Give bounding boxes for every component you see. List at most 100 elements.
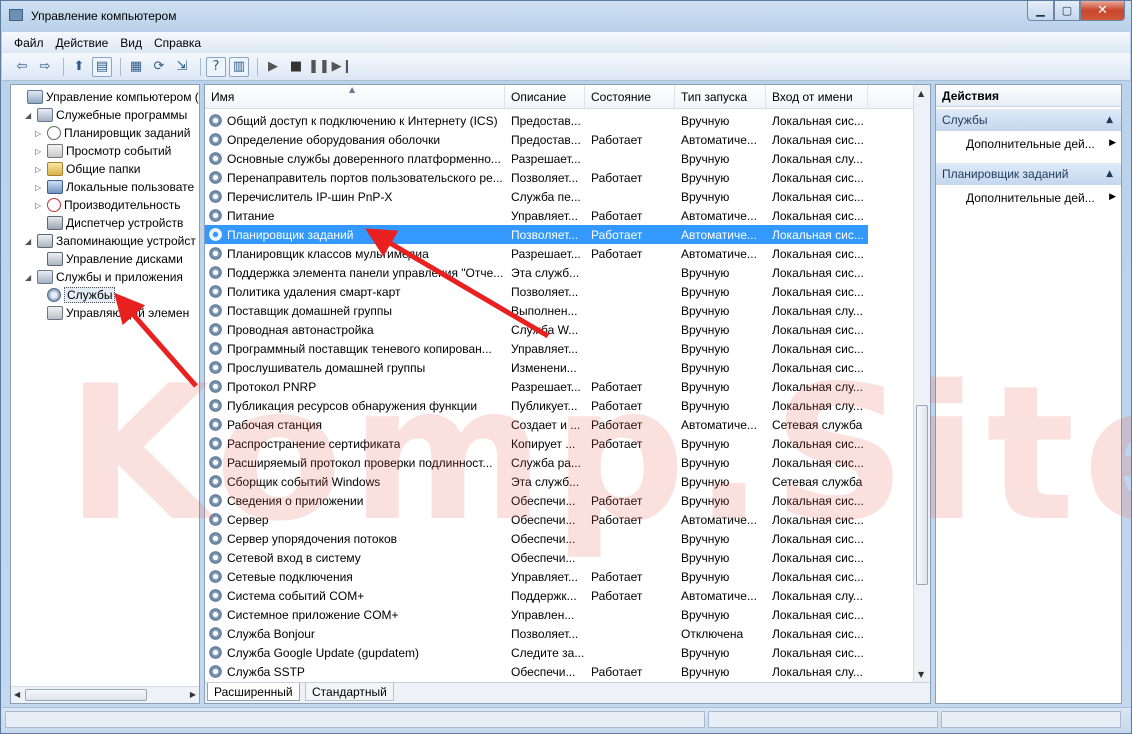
close-button[interactable]: ✕	[1080, 1, 1125, 21]
service-startup-type: Автоматиче...	[681, 417, 757, 432]
table-row[interactable]: Программный поставщик теневого копирован…	[205, 339, 868, 358]
back-icon[interactable]: ⇦	[12, 57, 32, 77]
minimize-button[interactable]: ▁	[1027, 1, 1054, 21]
table-row[interactable]: Расширяемый протокол проверки подлинност…	[205, 453, 868, 472]
actions-section-task-scheduler[interactable]: Планировщик заданий ▲	[936, 163, 1121, 185]
tree-item[interactable]: ▷ Локальные пользовате	[35, 178, 194, 196]
tab-standard[interactable]: Стандартный	[305, 683, 394, 701]
pause-service-icon[interactable]: ❚❚	[308, 57, 330, 77]
tab-extended[interactable]: Расширенный	[207, 683, 300, 701]
service-name: Сетевой вход в систему	[205, 551, 505, 565]
tree-item[interactable]: ◢ Службы и приложения	[25, 268, 183, 286]
expand-toggle-icon[interactable]: ▷	[35, 183, 45, 192]
expand-toggle-icon[interactable]: ▷	[35, 165, 45, 174]
tree-item[interactable]: ◢ Служебные программы	[25, 106, 187, 124]
expand-toggle-icon[interactable]: ▷	[35, 201, 45, 210]
table-row[interactable]: Перечислитель IP-шин PnP-X Служба пе... Вр…	[205, 187, 868, 206]
more-actions-task-scheduler[interactable]: Дополнительные дей... ▶	[966, 188, 1116, 208]
service-name: Расширяемый протокол проверки подлинност…	[205, 456, 505, 470]
table-row[interactable]: Планировщик классов мультимедиа Разрешает…	[205, 244, 868, 263]
table-row[interactable]: Сведения о приложении Обеспечи... Работает…	[205, 491, 868, 510]
tree-item[interactable]: Управляющий элемен	[35, 304, 189, 322]
table-row[interactable]: Сервер Обеспечи... Работает Автоматиче... Ло…	[205, 510, 868, 529]
scroll-right-icon[interactable]: ▶	[190, 690, 196, 699]
table-row[interactable]: Служба Bonjour Позволяет... Отключена Локал…	[205, 624, 868, 643]
maximize-button[interactable]: ▢	[1054, 1, 1080, 21]
collapse-up-icon[interactable]: ▲	[1106, 115, 1113, 125]
tree-item[interactable]: ▷ Просмотр событий	[35, 142, 171, 160]
expand-toggle-icon[interactable]: ▷	[35, 147, 45, 156]
scroll-thumb[interactable]	[916, 405, 928, 585]
expand-toggle-icon[interactable]: ◢	[25, 273, 35, 282]
service-logon-as: Локальная сис...	[772, 170, 864, 185]
table-row[interactable]: Публикация ресурсов обнаружения функции П…	[205, 396, 868, 415]
table-row[interactable]: Проводная автонастройка Служба W... Вручну…	[205, 320, 868, 339]
start-service-icon[interactable]: ▶	[263, 57, 283, 77]
up-folder-icon[interactable]: ⬆	[69, 57, 89, 77]
refresh-icon[interactable]: ⟳	[149, 57, 169, 77]
column-status[interactable]: Состояние	[585, 85, 675, 109]
menu-view[interactable]: Вид	[120, 36, 142, 50]
menu-help[interactable]: Справка	[154, 36, 201, 50]
table-row[interactable]: Основные службы доверенного платформенно…	[205, 149, 868, 168]
column-logon-as[interactable]: Вход от имени	[766, 85, 868, 109]
list-vertical-scrollbar[interactable]: ▲ ▼	[913, 85, 930, 683]
tree-item[interactable]: ◢ Запоминающие устройст	[25, 232, 196, 250]
table-row[interactable]: Сборщик событий Windows Эта служб... Вручн…	[205, 472, 868, 491]
table-row[interactable]: Сетевой вход в систему Обеспечи... Вручную…	[205, 548, 868, 567]
tree-item[interactable]: ▷ Производительность	[35, 196, 180, 214]
service-gear-icon	[209, 342, 222, 355]
table-row[interactable]: Протокол PNRP Разрешает... Работает Вручную…	[205, 377, 868, 396]
export-list-icon[interactable]: ⇲	[172, 57, 192, 77]
expand-toggle-icon[interactable]: ◢	[25, 111, 35, 120]
menu-action[interactable]: Действие	[56, 36, 109, 50]
actions-section-services[interactable]: Службы ▲	[936, 109, 1121, 131]
tree-item[interactable]: Службы	[35, 286, 116, 304]
action-pane-icon[interactable]: ▥	[229, 56, 249, 77]
collapse-up-icon[interactable]: ▲	[1106, 169, 1113, 179]
expand-toggle-icon[interactable]: ◢	[25, 237, 35, 246]
scroll-thumb[interactable]	[25, 689, 147, 701]
table-row[interactable]: Прослушиватель домашней группы Изменени..…	[205, 358, 868, 377]
column-description[interactable]: Описание	[505, 85, 585, 109]
menu-file[interactable]: Файл	[14, 36, 44, 50]
table-row[interactable]: Системное приложение COM+ Управлен... Вруч…	[205, 605, 868, 624]
table-row[interactable]: Общий доступ к подключению к Интернету (…	[205, 111, 868, 130]
table-row[interactable]: Питание Управляет... Работает Автоматиче...…	[205, 206, 868, 225]
table-row[interactable]: Сервер упорядочения потоков Обеспечи... Вр…	[205, 529, 868, 548]
scroll-left-icon[interactable]: ◀	[14, 690, 20, 699]
scroll-down-icon[interactable]: ▼	[918, 670, 924, 679]
tree-item[interactable]: ▷ Общие папки	[35, 160, 140, 178]
table-row[interactable]: Рабочая станция Создает и ... Работает Авто…	[205, 415, 868, 434]
table-row[interactable]: Поставщик домашней группы Выполнен... Вруч…	[205, 301, 868, 320]
forward-icon[interactable]: ⇨	[35, 57, 55, 77]
expand-toggle-icon[interactable]: ▷	[35, 129, 45, 138]
tree-item[interactable]: Управление компьютером (л	[15, 88, 199, 106]
more-actions-services[interactable]: Дополнительные дей... ▶	[966, 134, 1116, 154]
service-gear-icon	[209, 190, 222, 203]
column-name[interactable]: ▲ Имя	[205, 85, 505, 109]
table-row[interactable]: Поддержка элемента панели управления "От…	[205, 263, 868, 282]
tree-item[interactable]: Диспетчер устройств	[35, 214, 183, 232]
table-row[interactable]: Сетевые подключения Управляет... Работает В…	[205, 567, 868, 586]
help-icon[interactable]: ?	[206, 56, 226, 77]
show-tree-icon[interactable]: ▤	[92, 56, 112, 77]
service-startup-type: Вручную	[681, 550, 730, 565]
table-row[interactable]: Служба SSTP Обеспечи... Работает Вручную Лок…	[205, 662, 868, 681]
column-startup-type[interactable]: Тип запуска	[675, 85, 766, 109]
tree-horizontal-scrollbar[interactable]: ◀ ▶	[11, 686, 199, 703]
tree-item[interactable]: ▷ Планировщик заданий	[35, 124, 190, 142]
table-row[interactable]: Перенаправитель портов пользовательского…	[205, 168, 868, 187]
properties-icon[interactable]: ▦	[126, 57, 146, 77]
stop-service-icon[interactable]: ■	[286, 57, 306, 77]
table-row[interactable]: Политика удаления смарт-карт Позволяет...…	[205, 282, 868, 301]
table-row[interactable]: Планировщик заданий Позволяет... Работает А…	[205, 225, 868, 244]
restart-service-icon[interactable]: ▶❙	[332, 57, 353, 77]
table-row[interactable]: Определение оборудования оболочки Предост…	[205, 130, 868, 149]
table-row[interactable]: Система событий COM+ Поддержк... Работает А…	[205, 586, 868, 605]
table-row[interactable]: Служба Google Update (gupdatem) Следите з…	[205, 643, 868, 662]
tree-item[interactable]: Управление дисками	[35, 250, 183, 268]
scroll-up-icon[interactable]: ▲	[918, 89, 924, 98]
service-startup-type: Вручную	[681, 569, 730, 584]
table-row[interactable]: Распространение сертификата Копирует ... Р…	[205, 434, 868, 453]
